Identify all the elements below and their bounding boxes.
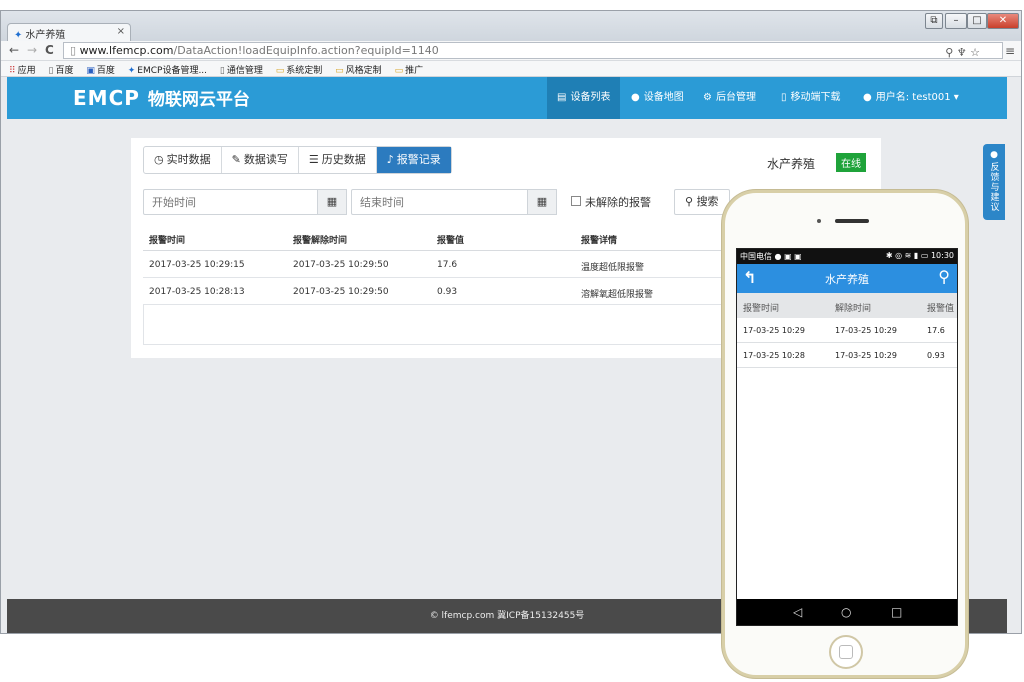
android-nav-bar: ◁ ○ □ xyxy=(737,599,957,625)
bookmark-promote[interactable]: ▭ 推广 xyxy=(395,66,424,76)
bookmark-baidu-2[interactable]: ▣ 百度 xyxy=(86,66,115,76)
url-host: www.lfemcp.com xyxy=(79,44,174,57)
nav-device-list[interactable]: ▤ 设备列表 xyxy=(547,77,621,119)
bookmark-comm[interactable]: ▯ 通信管理 xyxy=(220,66,263,76)
browser-toolbar: ← → C ▯ www.lfemcp.com/DataAction!loadEq… xyxy=(1,41,1021,61)
window-restore-icon[interactable]: ⧉ xyxy=(925,13,943,29)
url-path: /DataAction!loadEquipInfo.action?equipId… xyxy=(173,44,439,57)
nav-user-menu[interactable]: ● 用户名: test001 ▾ xyxy=(853,77,969,119)
tab-history[interactable]: ☰ 历史数据 xyxy=(299,147,377,173)
feedback-button[interactable]: ● 反馈与建议 xyxy=(983,144,1005,220)
window-close-icon[interactable]: ✕ xyxy=(987,13,1019,29)
signal-wifi-battery-icons: ✱ ◎ ≋ ▮ ▭ xyxy=(885,251,931,260)
emcp-icon: ✦ xyxy=(127,66,136,76)
home-square-icon xyxy=(839,645,853,659)
phone-home-button[interactable] xyxy=(829,635,863,669)
tab-close-icon[interactable]: × xyxy=(117,26,125,37)
phone-status-bar: 中国电信 ● ▣ ▣ ✱ ◎ ≋ ▮ ▭ 10:30 xyxy=(737,249,957,264)
folder-icon: ▭ xyxy=(275,66,285,76)
address-bar[interactable]: ▯ www.lfemcp.com/DataAction!loadEquipInf… xyxy=(63,42,1003,59)
header-alarm-detail[interactable]: 报警详情 xyxy=(581,233,617,246)
folder-icon: ▭ xyxy=(335,66,344,76)
header-alarm-time[interactable]: 报警时间 xyxy=(149,233,185,246)
menu-icon[interactable]: ≡ xyxy=(1005,44,1015,58)
phone-mockup: 中国电信 ● ▣ ▣ ✱ ◎ ≋ ▮ ▭ 10:30 ↰ 水产养殖 ⚲ 报警时间… xyxy=(722,190,968,678)
bookmark-emcp[interactable]: ✦ EMCP设备管理... xyxy=(128,66,207,76)
page-icon: ▯ xyxy=(219,66,225,76)
calendar-icon[interactable]: ▦ xyxy=(527,189,557,215)
tab-readwrite[interactable]: ✎ 数据读写 xyxy=(222,147,299,173)
search-icon: ⚲ xyxy=(685,195,697,208)
nav-back-icon[interactable]: ◁ xyxy=(793,605,802,619)
chat-icon: ● xyxy=(990,150,998,160)
page-icon: ▯ xyxy=(48,66,54,76)
unresolved-label: 未解除的报警 xyxy=(585,196,651,209)
phone-screen: 中国电信 ● ▣ ▣ ✱ ◎ ≋ ▮ ▭ 10:30 ↰ 水产养殖 ⚲ 报警时间… xyxy=(736,248,958,626)
clock-icon: ◷ xyxy=(154,153,164,166)
back-arrow-icon[interactable]: ← xyxy=(9,43,19,57)
nav-backend[interactable]: ⚙ 后台管理 xyxy=(693,77,766,119)
gears-icon: ⚙ xyxy=(703,92,712,103)
bell-icon: ♪ xyxy=(386,153,394,166)
device-name: 水产养殖 xyxy=(767,157,816,171)
tab-realtime[interactable]: ◷ 实时数据 xyxy=(144,147,222,173)
bookmark-system[interactable]: ▭ 系统定制 xyxy=(276,66,323,76)
title-bar: ✦ 水产养殖 × ⧉ – □ ✕ xyxy=(1,11,1021,41)
list-icon: ☰ xyxy=(308,153,319,166)
phone-title: 水产养殖 xyxy=(825,273,869,286)
bookmark-apps[interactable]: ⠿ 应用 xyxy=(9,66,36,76)
start-time-input[interactable] xyxy=(143,189,319,215)
end-time-input[interactable] xyxy=(351,189,529,215)
user-icon: ● xyxy=(863,92,872,103)
search-button[interactable]: ⚲ 搜索 xyxy=(674,189,730,215)
mobile-icon: ▯ xyxy=(781,92,787,103)
bookmarks-bar: ⠿ 应用 ▯ 百度 ▣ 百度 ✦ EMCP设备管理... ▯ 通信管理 ▭ 系统定制 ▭ 风格… xyxy=(1,61,1021,77)
list-icon: ▤ xyxy=(557,92,567,103)
window-maximize-icon[interactable]: □ xyxy=(967,13,987,29)
site-favicon-icon: ✦ xyxy=(14,30,23,41)
bookmark-style[interactable]: ▭ 风格定制 xyxy=(335,66,382,76)
phone-app-bar: ↰ 水产养殖 ⚲ xyxy=(737,264,957,293)
status-icons: ● ▣ ▣ xyxy=(772,252,802,261)
nav-mobile-download[interactable]: ▯ 移动端下载 xyxy=(771,77,851,119)
top-nav: EMCP 物联网云平台 ▤ 设备列表 ● 设备地图 ⚙ 后台管理 ▯ 移动端下载 ● 用户名… xyxy=(7,77,1007,119)
data-tabs: ◷ 实时数据 ✎ 数据读写 ☰ 历史数据 ♪ 报警记录 xyxy=(143,146,452,174)
bookmark-baidu-1[interactable]: ▯ 百度 xyxy=(48,66,73,76)
search-icon[interactable]: ⚲ xyxy=(938,267,950,286)
phone-list-header: 报警时间 解除时间 报警值 xyxy=(737,293,957,318)
globe-icon: ● xyxy=(631,92,640,103)
forward-arrow-icon[interactable]: → xyxy=(27,43,37,57)
nav-home-icon[interactable]: ○ xyxy=(841,605,851,619)
header-clear-time[interactable]: 报警解除时间 xyxy=(293,233,347,246)
list-item[interactable]: 17-03-25 10:29 17-03-25 10:29 17.6 xyxy=(737,318,957,343)
phone-speaker xyxy=(835,219,869,223)
nav-recent-icon[interactable]: □ xyxy=(891,605,902,619)
status-badge: 在线 xyxy=(836,153,866,172)
unresolved-checkbox[interactable] xyxy=(571,196,581,206)
list-item[interactable]: 17-03-25 10:28 17-03-25 10:29 0.93 xyxy=(737,343,957,368)
zoom-key-star-icons[interactable]: ⚲ ♆ ☆ xyxy=(945,46,980,59)
nav-device-map[interactable]: ● 设备地图 xyxy=(621,77,694,119)
tab-alarms[interactable]: ♪ 报警记录 xyxy=(376,147,451,173)
window-minimize-icon[interactable]: – xyxy=(945,13,967,29)
site-logo[interactable]: EMCP 物联网云平台 xyxy=(73,85,250,110)
reload-icon[interactable]: C xyxy=(45,43,54,57)
baidu-icon: ▣ xyxy=(86,66,95,76)
browser-tab[interactable]: ✦ 水产养殖 × xyxy=(7,23,131,41)
pencil-icon: ✎ xyxy=(231,153,241,166)
header-alarm-value[interactable]: 报警值 xyxy=(437,233,464,246)
folder-icon: ▭ xyxy=(394,66,404,76)
apps-grid-icon: ⠿ xyxy=(9,66,16,76)
status-right: ✱ ◎ ≋ ▮ ▭ 10:30 xyxy=(885,251,954,260)
calendar-icon[interactable]: ▦ xyxy=(317,189,347,215)
tab-title: 水产养殖 xyxy=(25,30,66,41)
phone-camera xyxy=(817,219,821,223)
page-icon: ▯ xyxy=(70,44,80,57)
caret-down-icon: ▾ xyxy=(950,92,959,103)
